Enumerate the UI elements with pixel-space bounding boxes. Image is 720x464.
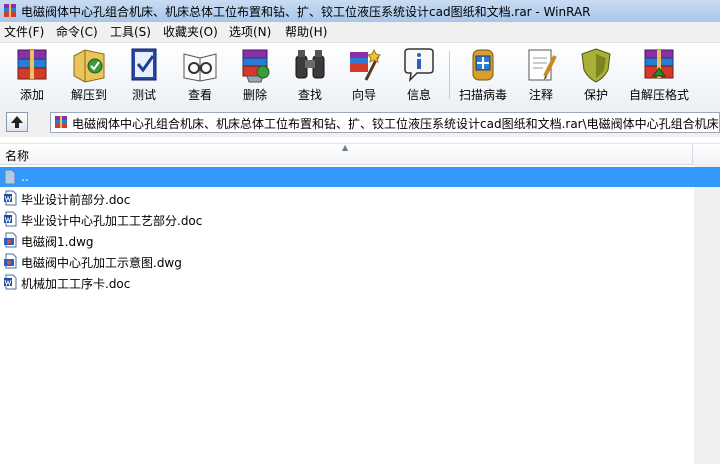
view-icon xyxy=(183,53,217,82)
wizard-button[interactable]: 向导 xyxy=(336,45,392,105)
dwg-file-icon xyxy=(4,253,17,269)
virus-scan-icon xyxy=(472,49,494,81)
sfx-button[interactable]: 自解压格式 xyxy=(624,45,694,105)
add-button[interactable]: 添加 xyxy=(4,45,60,105)
menu-file[interactable]: 文件(F) xyxy=(2,24,46,40)
extract-to-label: 解压到 xyxy=(70,88,107,102)
comment-button[interactable]: 注释 xyxy=(513,45,569,105)
delete-button[interactable]: 删除 xyxy=(227,45,283,105)
find-icon xyxy=(295,50,325,79)
comment-icon xyxy=(528,49,557,81)
info-icon xyxy=(404,48,434,83)
menu-help[interactable]: 帮助(H) xyxy=(283,24,329,40)
file-name: .. xyxy=(21,170,29,184)
test-button[interactable]: 测试 xyxy=(116,45,172,105)
address-bar: 电磁阀体中心孔组合机床、机床总体工位布置和钻、扩、铰工位液压系统设计cad图纸和… xyxy=(0,107,720,137)
file-name: 电磁阀1.dwg xyxy=(21,235,94,249)
column-name-header[interactable]: 名称 xyxy=(5,147,29,164)
winrar-books-icon xyxy=(4,4,16,17)
wizard-icon xyxy=(350,48,381,81)
word-doc-icon xyxy=(4,190,17,206)
up-arrow-icon xyxy=(11,116,23,128)
sort-up-icon: ▲ xyxy=(342,143,349,152)
find-label: 查找 xyxy=(297,88,322,102)
protect-icon xyxy=(581,48,611,83)
sfx-label: 自解压格式 xyxy=(628,88,689,102)
menu-commands[interactable]: 命令(C) xyxy=(54,24,100,40)
empty-column-area xyxy=(694,164,720,464)
toolbar-separator xyxy=(449,51,450,99)
address-path: 电磁阀体中心孔组合机床、机床总体工位布置和钻、扩、铰工位液压系统设计cad图纸和… xyxy=(72,117,719,131)
menu-tools[interactable]: 工具(S) xyxy=(108,24,153,40)
rar-archive-icon xyxy=(55,116,67,128)
test-icon xyxy=(131,48,157,81)
file-list: .. 毕业设计前部分.doc 毕业设计中心孔加工工艺部分.doc 电磁阀1.dw… xyxy=(0,164,720,464)
file-name: 机械加工工序卡.doc xyxy=(21,277,131,291)
find-button[interactable]: 查找 xyxy=(282,45,338,105)
menu-favorites[interactable]: 收藏夹(O) xyxy=(161,24,220,40)
menu-bar: 文件(F) 命令(C) 工具(S) 收藏夹(O) 选项(N) 帮助(H) xyxy=(0,22,720,42)
column-header: 名称 ▲ xyxy=(0,143,720,165)
word-doc-icon xyxy=(4,211,17,227)
add-archive-icon xyxy=(17,49,47,80)
dwg-file-icon xyxy=(4,232,17,248)
toolbar: 添加 解压到 测试 查看 删除 查找 向导 信息 扫描病毒 注释 保护 自解压格… xyxy=(0,42,720,108)
add-label: 添加 xyxy=(19,88,44,102)
column-divider[interactable] xyxy=(692,144,693,164)
word-doc-icon xyxy=(4,274,17,290)
parent-folder-icon xyxy=(4,169,16,185)
wizard-label: 向导 xyxy=(351,88,376,102)
extract-to-button[interactable]: 解压到 xyxy=(61,45,117,105)
delete-label: 删除 xyxy=(242,88,267,102)
file-row[interactable]: 电磁阀1.dwg xyxy=(0,230,694,250)
file-row[interactable]: 电磁阀中心孔加工示意图.dwg xyxy=(0,251,694,271)
file-row[interactable]: 毕业设计中心孔加工工艺部分.doc xyxy=(0,209,694,229)
protect-button[interactable]: 保护 xyxy=(568,45,624,105)
address-field[interactable]: 电磁阀体中心孔组合机床、机床总体工位布置和钻、扩、铰工位液压系统设计cad图纸和… xyxy=(50,112,720,133)
up-folder-button[interactable] xyxy=(6,112,28,132)
file-row[interactable]: 毕业设计前部分.doc xyxy=(0,188,694,208)
file-name: 电磁阀中心孔加工示意图.dwg xyxy=(21,256,182,270)
protect-label: 保护 xyxy=(583,88,608,102)
file-name: 毕业设计中心孔加工工艺部分.doc xyxy=(21,214,203,228)
view-button[interactable]: 查看 xyxy=(172,45,228,105)
info-label: 信息 xyxy=(406,88,431,102)
comment-label: 注释 xyxy=(528,88,553,102)
file-name: 毕业设计前部分.doc xyxy=(21,193,131,207)
delete-icon xyxy=(242,49,270,83)
menu-options[interactable]: 选项(N) xyxy=(227,24,273,40)
extract-to-icon xyxy=(73,49,105,83)
view-label: 查看 xyxy=(187,88,212,102)
test-label: 测试 xyxy=(131,88,156,102)
info-button[interactable]: 信息 xyxy=(391,45,447,105)
virus-scan-button[interactable]: 扫描病毒 xyxy=(455,45,511,105)
file-row-parent[interactable]: .. xyxy=(0,167,720,187)
sfx-icon xyxy=(644,49,674,79)
window-title: 电磁阀体中心孔组合机床、机床总体工位布置和钻、扩、铰工位液压系统设计cad图纸和… xyxy=(21,5,591,19)
virus-scan-label: 扫描病毒 xyxy=(458,88,507,102)
file-row[interactable]: 机械加工工序卡.doc xyxy=(0,272,694,292)
title-bar: 电磁阀体中心孔组合机床、机床总体工位布置和钻、扩、铰工位液压系统设计cad图纸和… xyxy=(0,0,720,23)
